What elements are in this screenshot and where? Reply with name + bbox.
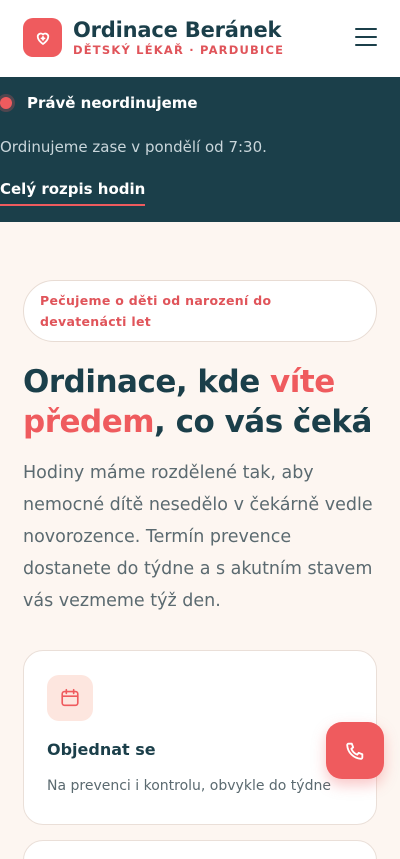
office-status-banner: Právě neordinujeme Ordinujeme zase v pon… xyxy=(0,77,400,222)
headline-part-2: , co vás čeká xyxy=(154,404,372,440)
card-title: Objednat se xyxy=(47,740,156,759)
heart-icon xyxy=(36,32,49,45)
page-headline: Ordinace, kde víte předem, co vás čeká xyxy=(23,362,383,442)
card-icon-wrapper xyxy=(47,675,93,721)
status-indicator-dot xyxy=(0,97,12,109)
book-appointment-card[interactable]: Objednat se Na prevenci i kontrolu, obvy… xyxy=(23,650,377,825)
status-title: Právě neordinujeme xyxy=(27,94,198,112)
intro-paragraph: Hodiny máme rozdělené tak, aby nemocné d… xyxy=(23,463,373,611)
calendar-icon xyxy=(61,688,79,707)
logo[interactable] xyxy=(23,18,62,57)
call-button[interactable] xyxy=(326,722,384,779)
full-schedule-link[interactable]: Celý rozpis hodin xyxy=(0,180,146,206)
next-card[interactable] xyxy=(23,840,377,859)
phone-icon xyxy=(346,742,364,760)
age-range-pill: Pečujeme o děti od narození do devatenác… xyxy=(23,280,377,342)
card-description: Na prevenci i kontrolu, obvykle do týdne xyxy=(47,778,331,794)
pill-text: Pečujeme o děti od narození do devatenác… xyxy=(40,293,272,329)
brand-subtitle: DĚTSKÝ LÉKAŘ · PARDUBICE xyxy=(73,43,285,57)
headline-part-1: Ordinace, kde xyxy=(23,364,271,400)
status-text: Ordinujeme zase v pondělí od 7:30. xyxy=(0,138,267,156)
site-header: Ordinace Beránek DĚTSKÝ LÉKAŘ · PARDUBIC… xyxy=(0,0,400,77)
brand-title[interactable]: Ordinace Beránek xyxy=(73,18,282,42)
hamburger-menu-icon[interactable] xyxy=(354,26,378,48)
